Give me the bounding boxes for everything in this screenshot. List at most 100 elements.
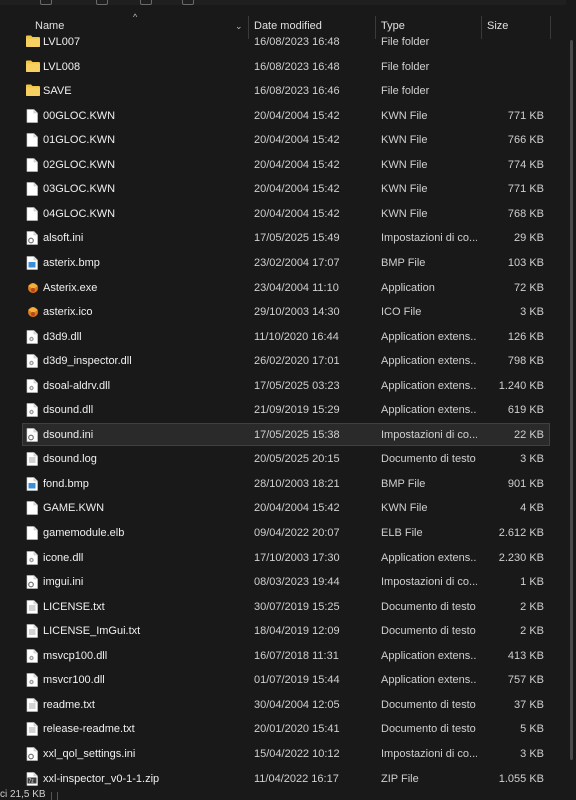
file-name[interactable]: LICENSE.txt: [43, 595, 243, 619]
file-size: 774 KB: [507, 159, 544, 171]
file-icon: [26, 182, 38, 196]
text-file-icon: [26, 600, 38, 614]
settings-file-icon: [26, 747, 38, 761]
file-name[interactable]: 02GLOC.KWN: [43, 153, 243, 177]
rename-icon[interactable]: [140, 0, 152, 5]
file-date-modified: 20/05/2025 20:15: [254, 453, 340, 465]
file-size: 798 KB: [507, 355, 544, 367]
file-date-modified: 16/08/2023 16:46: [254, 85, 340, 97]
file-date-modified: 17/05/2025 03:23: [254, 380, 340, 392]
file-name[interactable]: xxl_qol_settings.ini: [43, 742, 243, 766]
dll-icon: [26, 551, 38, 565]
file-name[interactable]: imgui.ini: [43, 570, 243, 594]
file-name[interactable]: GAME.KWN: [43, 496, 243, 520]
file-name[interactable]: readme.txt: [43, 693, 243, 717]
file-name[interactable]: 03GLOC.KWN: [43, 177, 243, 201]
file-name[interactable]: d3d9.dll: [43, 325, 243, 349]
file-name[interactable]: fond.bmp: [43, 472, 243, 496]
file-size: 901 KB: [507, 478, 544, 490]
file-type: Application extens...: [381, 674, 477, 686]
status-divider: [51, 792, 52, 800]
file-name[interactable]: xxl-inspector_v0-1-1.zip: [43, 767, 243, 791]
file-icon: [26, 207, 38, 221]
dll-icon: [26, 649, 38, 663]
file-date-modified: 01/07/2019 15:44: [254, 674, 340, 686]
file-date-modified: 18/04/2019 12:09: [254, 625, 340, 637]
text-file-icon: [26, 452, 38, 466]
file-name[interactable]: LVL008: [43, 55, 243, 79]
file-date-modified: 20/04/2004 15:42: [254, 502, 340, 514]
settings-file-icon: [26, 575, 38, 589]
file-type: Documento di testo: [381, 699, 476, 711]
scrollbar-thumb[interactable]: [570, 40, 573, 760]
file-name[interactable]: dsound.ini: [43, 423, 243, 447]
svg-text:7z: 7z: [29, 778, 35, 784]
file-size: 766 KB: [507, 134, 544, 146]
file-name[interactable]: Asterix.exe: [43, 276, 243, 300]
file-date-modified: 20/04/2004 15:42: [254, 208, 340, 220]
file-size: [482, 55, 544, 79]
file-name[interactable]: 01GLOC.KWN: [43, 128, 243, 152]
file-type: Application extens...: [381, 552, 477, 564]
file-type: Impostazioni di co...: [381, 748, 477, 760]
file-type: Impostazioni di co...: [381, 576, 477, 588]
share-icon[interactable]: [96, 0, 108, 5]
file-name[interactable]: dsound.log: [43, 447, 243, 471]
file-type: BMP File: [381, 478, 426, 490]
file-type: Impostazioni di co...: [381, 232, 477, 244]
file-name[interactable]: release-readme.txt: [43, 717, 243, 741]
file-name[interactable]: LICENSE_ImGui.txt: [43, 619, 243, 643]
file-icon: [26, 526, 38, 540]
file-name[interactable]: d3d9_inspector.dll: [43, 349, 243, 373]
file-type: Documento di testo: [381, 453, 476, 465]
file-size: 3 KB: [520, 748, 544, 760]
file-name[interactable]: alsoft.ini: [43, 226, 243, 250]
dll-icon: [26, 379, 38, 393]
file-size: 771 KB: [507, 183, 544, 195]
file-size: 37 KB: [514, 699, 544, 711]
file-size: 1.055 KB: [498, 773, 544, 785]
file-size: [482, 79, 544, 103]
file-size: 768 KB: [507, 208, 544, 220]
file-size: 619 KB: [507, 404, 544, 416]
file-name[interactable]: SAVE: [43, 79, 243, 103]
file-date-modified: 30/04/2004 12:05: [254, 699, 340, 711]
new-icon[interactable]: [40, 0, 52, 5]
file-name[interactable]: dsound.dll: [43, 398, 243, 422]
file-type: KWN File: [381, 134, 428, 146]
delete-icon[interactable]: [182, 0, 194, 5]
file-type: Application: [381, 282, 435, 294]
file-type: ICO File: [381, 306, 422, 318]
dll-icon: [26, 330, 38, 344]
file-name[interactable]: asterix.bmp: [43, 251, 243, 275]
file-size: 5 KB: [520, 723, 544, 735]
file-date-modified: 29/10/2003 14:30: [254, 306, 340, 318]
file-name[interactable]: LVL007: [43, 30, 243, 54]
file-name[interactable]: gamemodule.elb: [43, 521, 243, 545]
file-date-modified: 20/04/2004 15:42: [254, 134, 340, 146]
file-name[interactable]: msvcp100.dll: [43, 644, 243, 668]
file-type: Documento di testo: [381, 601, 476, 613]
file-type: KWN File: [381, 208, 428, 220]
file-size: 771 KB: [507, 110, 544, 122]
file-name[interactable]: asterix.ico: [43, 300, 243, 324]
file-name[interactable]: msvcr100.dll: [43, 668, 243, 692]
file-name[interactable]: icone.dll: [43, 546, 243, 570]
column-divider[interactable]: [550, 16, 551, 39]
file-type: Application extens...: [381, 404, 477, 416]
text-file-icon: [26, 624, 38, 638]
file-date-modified: 20/04/2004 15:42: [254, 183, 340, 195]
file-size: 413 KB: [507, 650, 544, 662]
dll-icon: [26, 354, 38, 368]
status-text: ci 21,5 KB: [0, 789, 46, 800]
file-date-modified: 09/04/2022 20:07: [254, 527, 340, 539]
file-date-modified: 20/01/2020 15:41: [254, 723, 340, 735]
file-size: [482, 30, 544, 54]
file-type: KWN File: [381, 502, 428, 514]
file-date-modified: 17/05/2025 15:49: [254, 232, 340, 244]
file-type: File folder: [381, 61, 430, 73]
file-name[interactable]: 00GLOC.KWN: [43, 104, 243, 128]
file-name[interactable]: dsoal-aldrv.dll: [43, 374, 243, 398]
file-type: Documento di testo: [381, 625, 476, 637]
file-name[interactable]: 04GLOC.KWN: [43, 202, 243, 226]
